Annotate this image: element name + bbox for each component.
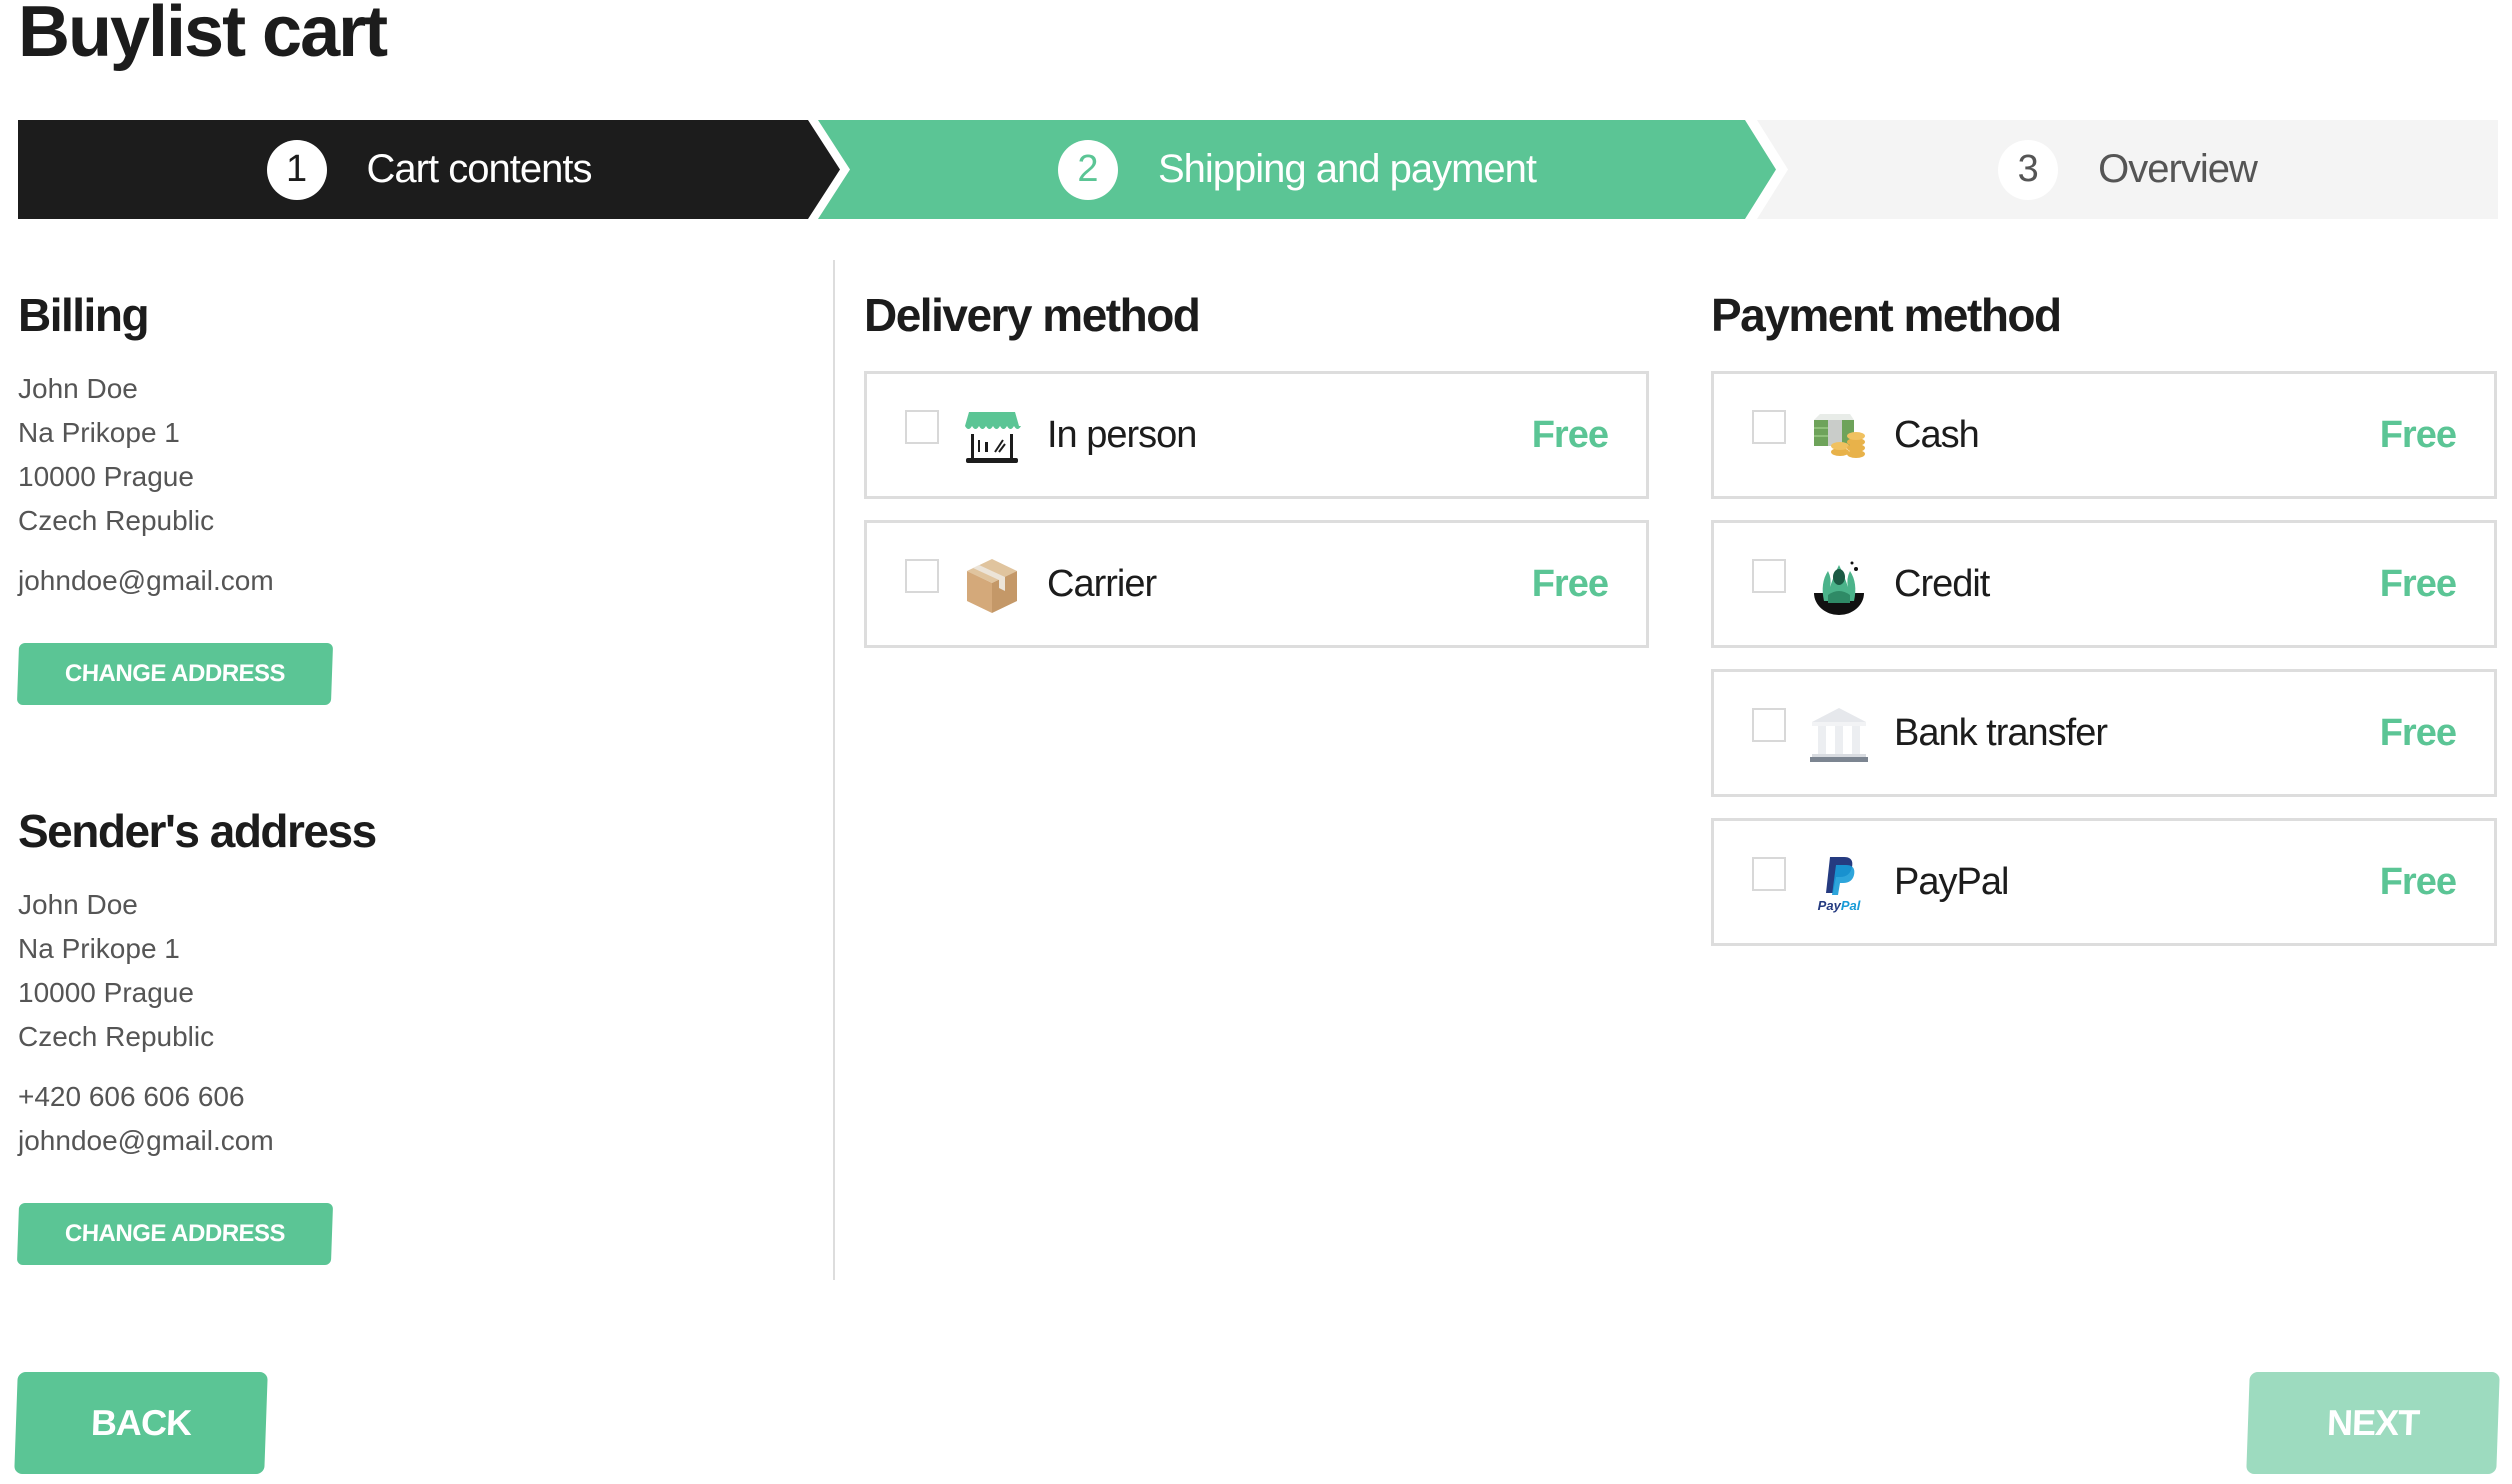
billing-city: 10000 Prague (18, 461, 194, 492)
paypal-icon: PayPal (1810, 855, 1868, 913)
payment-option-name: PayPal (1894, 860, 2009, 903)
sender-city: 10000 Prague (18, 977, 194, 1008)
svg-text:PayPal: PayPal (1818, 898, 1861, 913)
payment-option-price: Free (2379, 860, 2457, 903)
payment-checkbox[interactable] (1752, 559, 1786, 593)
credit-icon (1810, 557, 1868, 615)
delivery-option-in-person[interactable]: In person Free (864, 371, 1649, 499)
column-divider (833, 260, 835, 1280)
package-icon (963, 557, 1021, 615)
change-billing-address-button[interactable]: CHANGE ADDRESS (16, 643, 334, 705)
step-shipping-and-payment[interactable]: 2 Shipping and payment (818, 120, 1776, 219)
payment-options: Cash Free Credit Free Bank transfer Free… (1711, 371, 2497, 946)
delivery-checkbox[interactable] (905, 559, 939, 593)
back-button[interactable]: BACK (14, 1372, 268, 1474)
payment-option-credit[interactable]: Credit Free (1711, 520, 2497, 648)
step-label: Cart contents (366, 147, 593, 191)
delivery-options: In person Free Carrier Free (864, 371, 1649, 648)
next-button[interactable]: NEXT (2246, 1372, 2500, 1474)
sender-country: Czech Republic (18, 1021, 215, 1052)
payment-option-name: Credit (1894, 562, 1990, 605)
payment-checkbox[interactable] (1752, 410, 1786, 444)
payment-option-bank-transfer[interactable]: Bank transfer Free (1711, 669, 2497, 797)
delivery-checkbox[interactable] (905, 410, 939, 444)
sender-street: Na Prikope 1 (18, 933, 180, 964)
delivery-heading: Delivery method (864, 289, 1201, 341)
delivery-option-carrier[interactable]: Carrier Free (864, 520, 1649, 648)
billing-heading: Billing (18, 289, 150, 341)
payment-option-price: Free (2379, 413, 2457, 456)
sender-heading: Sender's address (18, 805, 377, 857)
sender-address: John Doe Na Prikope 1 10000 Prague Czech… (18, 883, 798, 1163)
payment-heading: Payment method (1711, 289, 2062, 341)
billing-address: John Doe Na Prikope 1 10000 Prague Czech… (18, 367, 798, 603)
step-label: Overview (2098, 147, 2258, 191)
payment-option-cash[interactable]: Cash Free (1711, 371, 2497, 499)
payment-option-price: Free (2379, 711, 2457, 754)
bank-icon (1810, 706, 1868, 764)
payment-option-name: Cash (1894, 413, 1980, 456)
address-column: Billing John Doe Na Prikope 1 10000 Prag… (16, 285, 798, 1265)
billing-street: Na Prikope 1 (18, 417, 180, 448)
sender-phone: +420 606 606 606 (18, 1081, 245, 1112)
step-number: 2 (1057, 139, 1118, 200)
delivery-column: Delivery method In person Free Carrier F… (864, 285, 1649, 669)
step-label: Shipping and payment (1157, 147, 1537, 191)
billing-section: Billing John Doe Na Prikope 1 10000 Prag… (16, 285, 798, 705)
sender-email: johndoe@gmail.com (18, 1125, 274, 1156)
cash-icon (1810, 408, 1868, 466)
delivery-option-name: In person (1047, 413, 1197, 456)
payment-checkbox[interactable] (1752, 708, 1786, 742)
step-number: 3 (1998, 139, 2059, 200)
billing-name: John Doe (18, 373, 138, 404)
step-number: 1 (266, 139, 327, 200)
billing-email: johndoe@gmail.com (18, 565, 274, 596)
checkout-stepper: 1 Cart contents 2 Shipping and payment 3… (18, 120, 2498, 219)
payment-column: Payment method Cash Free Credit Free Ban… (1711, 285, 2497, 967)
delivery-option-price: Free (1531, 413, 1609, 456)
payment-option-name: Bank transfer (1894, 711, 2108, 754)
step-cart-contents[interactable]: 1 Cart contents (18, 120, 840, 219)
billing-country: Czech Republic (18, 505, 215, 536)
payment-option-paypal[interactable]: PayPal PayPal Free (1711, 818, 2497, 946)
page-title: Buylist cart (18, 0, 388, 72)
delivery-option-name: Carrier (1047, 562, 1157, 605)
payment-option-price: Free (2379, 562, 2457, 605)
store-icon (963, 408, 1021, 466)
delivery-option-price: Free (1531, 562, 1609, 605)
change-sender-address-button[interactable]: CHANGE ADDRESS (16, 1203, 334, 1265)
sender-name: John Doe (18, 889, 138, 920)
step-overview[interactable]: 3 Overview (1757, 120, 2498, 219)
sender-section: Sender's address John Doe Na Prikope 1 1… (16, 801, 798, 1265)
payment-checkbox[interactable] (1752, 857, 1786, 891)
